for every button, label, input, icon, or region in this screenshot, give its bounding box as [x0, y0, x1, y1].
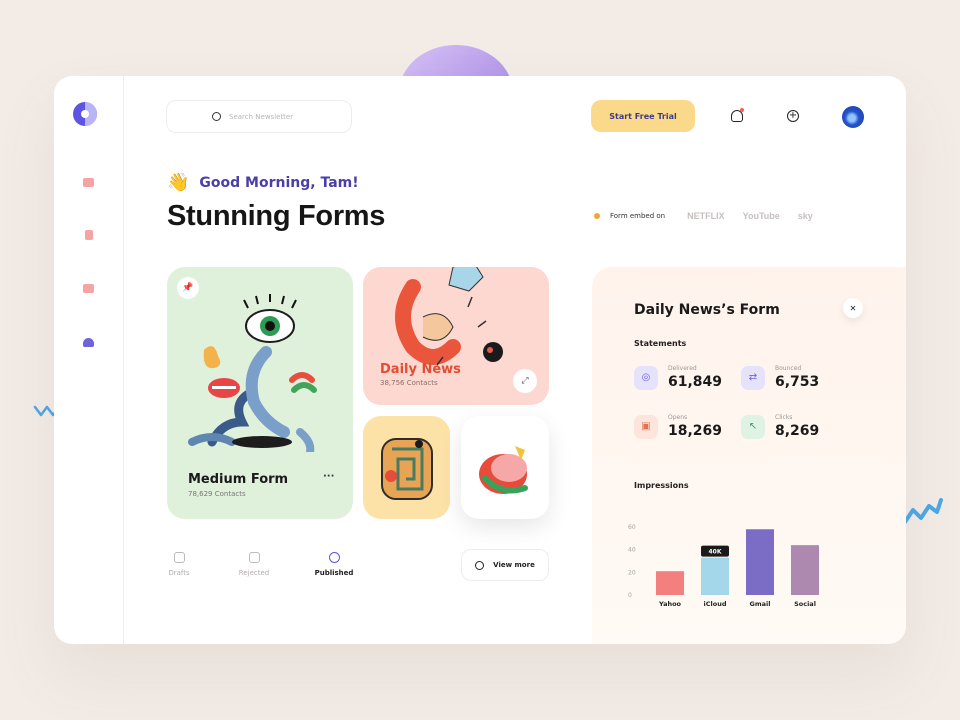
- daily-news-card[interactable]: Daily News 38,756 Contacts ⤢: [363, 267, 549, 405]
- greeting-row: 👋 Good Morning, Tam!: [167, 172, 359, 193]
- stat-bounced: ⇄ Bounced 6,753: [741, 365, 819, 390]
- embed-status-dot: [594, 213, 600, 219]
- embed-label: Form embed on: [610, 212, 666, 220]
- tab-rejected[interactable]: Rejected: [229, 552, 279, 577]
- bar-gmail[interactable]: [746, 529, 774, 595]
- tab-label: Published: [314, 569, 354, 577]
- daily-news-title: Daily News: [380, 362, 461, 377]
- stat-label: Bounced: [775, 365, 802, 372]
- sidebar: [54, 76, 124, 644]
- x-tick-label: iCloud: [704, 600, 727, 607]
- stat-value: 18,269: [668, 423, 723, 439]
- medium-form-card[interactable]: 📌 Medium Form 78,629 Contacts ···: [167, 267, 353, 519]
- tongue-illustration: [479, 446, 528, 494]
- stat-clicks: ↖ Clicks 8,269: [741, 414, 819, 439]
- x-tick-label: Social: [794, 600, 816, 607]
- stat-label: Clicks: [775, 414, 793, 421]
- bar-icloud[interactable]: [701, 557, 729, 595]
- highlight-tooltip-label: 40K: [709, 549, 722, 556]
- delivered-icon: ◎: [634, 365, 658, 390]
- view-more-icon: [475, 560, 485, 570]
- maze-illustration: [381, 438, 433, 500]
- daily-news-form-panel: Daily News’s Form ✕ Statements ◎ Deliver…: [592, 267, 906, 644]
- clicks-icon: ↖: [741, 414, 765, 439]
- eye-creature-illustration: [188, 294, 317, 452]
- user-avatar[interactable]: [842, 106, 864, 128]
- x-tick-label: Yahoo: [658, 600, 682, 607]
- white-form-card[interactable]: [461, 416, 549, 519]
- app-window: Search Newsletter Start Free Trial + 👋 G…: [54, 76, 906, 644]
- search-input[interactable]: Search Newsletter: [166, 100, 352, 133]
- stat-label: Delivered: [668, 365, 697, 372]
- chat-icon[interactable]: [83, 284, 94, 293]
- bar-yahoo[interactable]: [656, 571, 684, 595]
- daily-news-contacts: 38,756 Contacts: [380, 379, 438, 387]
- start-free-trial-button[interactable]: Start Free Trial: [591, 100, 695, 132]
- users-icon[interactable]: [83, 338, 94, 347]
- impressions-chart: 0 20 40 60 Yahoo iCloud 40K Gmail Social: [628, 524, 819, 607]
- view-more-label: View more: [493, 561, 535, 569]
- tab-label: Drafts: [168, 569, 190, 577]
- inbox-icon: [248, 552, 260, 563]
- medium-form-title: Medium Form: [188, 472, 289, 487]
- stat-opens: ▣ Opens 18,269: [634, 414, 722, 439]
- stat-delivered: ◎ Delivered 61,849: [634, 365, 722, 390]
- stat-value: 6,753: [775, 374, 820, 390]
- stat-value: 61,849: [668, 374, 723, 390]
- opens-icon: ▣: [634, 414, 658, 439]
- close-icon[interactable]: ✕: [843, 298, 863, 318]
- youtube-logo: YouTube: [742, 211, 780, 221]
- y-tick-label: 40: [628, 547, 636, 554]
- bar-social[interactable]: [791, 545, 819, 595]
- stat-label: Opens: [668, 414, 688, 421]
- tab-published[interactable]: Published: [309, 552, 359, 577]
- tab-label: Rejected: [238, 569, 270, 577]
- wave-icon: 👋: [167, 172, 190, 193]
- grid-icon: [328, 552, 340, 563]
- yellow-form-card[interactable]: [363, 416, 450, 519]
- add-icon[interactable]: +: [787, 110, 799, 122]
- panel-title: Daily News’s Form: [634, 302, 780, 318]
- y-tick-label: 20: [628, 569, 636, 576]
- medium-form-contacts: 78,629 Contacts: [188, 490, 246, 498]
- page-title: Stunning Forms: [167, 200, 386, 232]
- folder-icon: [173, 552, 185, 563]
- x-tick-label: Gmail: [750, 600, 771, 607]
- stat-value: 8,269: [775, 423, 820, 439]
- view-more-button[interactable]: View more: [461, 549, 549, 581]
- bounced-icon: ⇄: [741, 365, 765, 390]
- greeting-text: Good Morning, Tam!: [199, 174, 359, 191]
- home-icon[interactable]: [83, 178, 94, 187]
- statements-label: Statements: [634, 339, 687, 348]
- notification-dot: [740, 108, 744, 112]
- app-logo[interactable]: [73, 102, 97, 126]
- netflix-logo: NETFLIX: [687, 211, 725, 221]
- impressions-label: Impressions: [634, 481, 689, 490]
- daily-news-illustration: [395, 267, 503, 366]
- search-placeholder: Search Newsletter: [229, 112, 294, 121]
- expand-icon[interactable]: ⤢: [513, 369, 537, 393]
- y-tick-label: 0: [628, 592, 632, 599]
- more-options-icon[interactable]: ···: [323, 471, 334, 482]
- sky-logo: sky: [797, 211, 813, 221]
- clipboard-icon[interactable]: [85, 230, 93, 240]
- embed-row: Form embed on NETFLIX YouTube sky: [594, 211, 831, 221]
- y-tick-label: 60: [628, 524, 636, 531]
- search-icon: [212, 112, 221, 121]
- tab-drafts[interactable]: Drafts: [154, 552, 204, 577]
